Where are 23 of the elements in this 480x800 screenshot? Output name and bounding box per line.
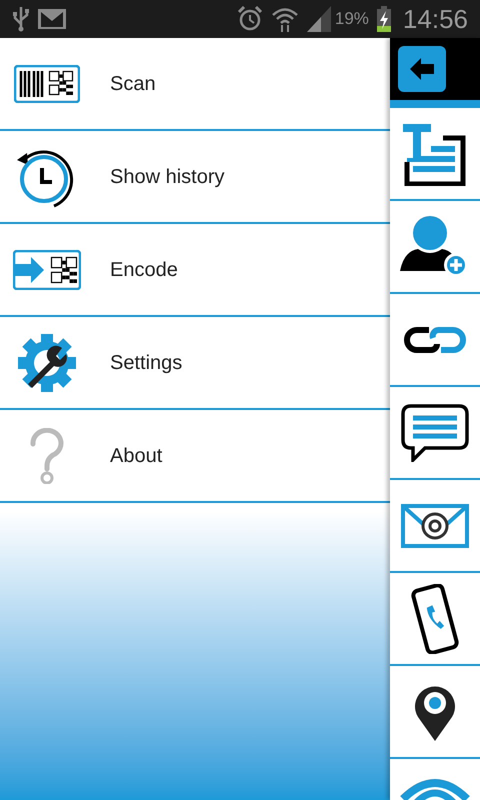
envelope-at-icon [401,504,469,548]
usb-icon [12,6,30,32]
wifi-icon [270,6,299,32]
arrow-icon [410,58,434,80]
alarm-icon [236,6,263,32]
share-option[interactable] [390,387,480,480]
share-option[interactable] [390,201,480,294]
gear-wrench-icon [16,332,78,394]
battery-charging-icon [376,6,391,32]
speech-bubble-icon [401,404,469,462]
share-option[interactable] [390,573,480,666]
share-option[interactable] [390,666,480,759]
clock-time: 14:56 [402,2,468,36]
share-option[interactable] [390,108,480,201]
battery-percentage: 19% [334,8,369,30]
arrow-qr-icon [13,250,81,290]
share-option[interactable] [390,480,480,573]
share-option[interactable] [390,294,480,387]
mail-icon [38,9,66,29]
back-button[interactable] [398,46,446,92]
barcode-icon [14,64,80,102]
text-document-icon [403,122,467,186]
signal-icon [306,6,331,32]
